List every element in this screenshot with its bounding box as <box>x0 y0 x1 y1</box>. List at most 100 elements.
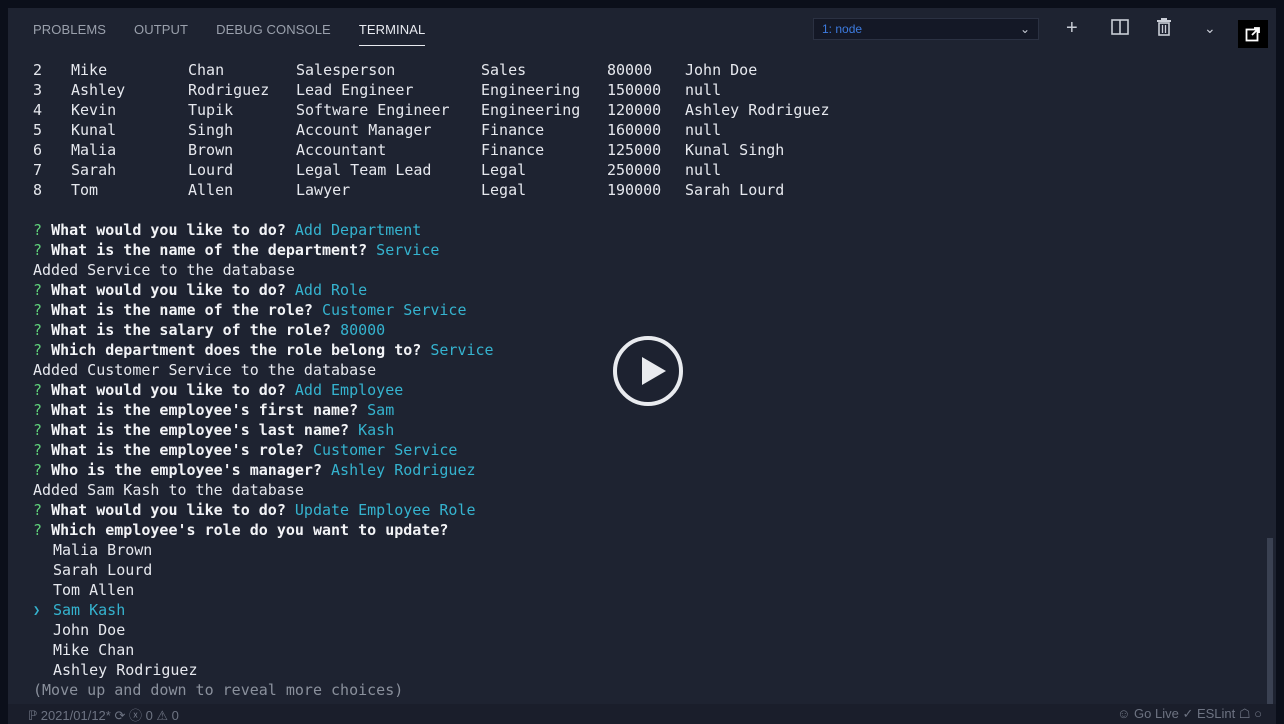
prompt-question: What would you like to do? <box>51 281 286 299</box>
prompt-line: ? What is the name of the department? Se… <box>33 240 1276 260</box>
choice-label: Ashley Rodriguez <box>53 661 198 679</box>
question-mark-icon: ? <box>33 341 52 359</box>
choice-item[interactable]: John Doe <box>33 620 1276 640</box>
choice-label: John Doe <box>53 621 126 639</box>
choice-label: Sarah Lourd <box>53 561 153 579</box>
question-mark-icon: ? <box>33 281 52 299</box>
table-cell-salary: 150000 <box>607 81 662 99</box>
terminal-scrollbar[interactable] <box>1267 538 1273 704</box>
table-cell-first: Malia <box>71 141 117 159</box>
choice-indent <box>33 660 53 680</box>
table-cell-title: Salesperson <box>296 61 396 79</box>
question-mark-icon: ? <box>33 381 52 399</box>
question-mark-icon: ? <box>33 221 52 239</box>
prompt-question: What is the salary of the role? <box>51 321 332 339</box>
status-left[interactable]: ℙ 2021/01/12* ⟳ ⓧ 0 ⚠ 0 <box>28 705 179 724</box>
table-cell-title: Lead Engineer <box>296 81 414 99</box>
table-cell-dept: Finance <box>481 121 545 139</box>
table-row: 6 Malia Brown Accountant Finance 125000 Kunal … <box>33 140 1276 160</box>
choice-indent <box>33 580 53 600</box>
table-row: 8 Tom Allen Lawyer Legal 190000 Sarah Lourd <box>33 180 1276 200</box>
table-cell-salary: 80000 <box>607 61 653 79</box>
prompt-line: ? What would you like to do? Add Role <box>33 280 1276 300</box>
table-row: 5 Kunal Singh Account Manager Finance 160000 n… <box>33 120 1276 140</box>
prompt-question: What is the employee's last name? <box>51 421 350 439</box>
prompt-question: What is the employee's role? <box>51 441 304 459</box>
prompt-answer: Add Employee <box>294 381 404 399</box>
table-cell-dept: Sales <box>481 61 527 79</box>
table-cell-salary: 190000 <box>607 181 662 199</box>
choice-label: Malia Brown <box>53 541 153 559</box>
prompt-answer: Sam <box>367 401 395 419</box>
table-cell-salary: 160000 <box>607 121 662 139</box>
table-cell-first: Ashley <box>71 81 126 99</box>
table-cell-salary: 125000 <box>607 141 662 159</box>
table-cell-manager: John Doe <box>685 61 758 79</box>
choice-item[interactable]: ❯ Sam Kash <box>33 600 1276 620</box>
table-cell-manager: null <box>685 161 722 179</box>
prompt-question: What would you like to do? <box>51 501 286 519</box>
table-cell-manager: Sarah Lourd <box>685 181 785 199</box>
table-cell-last: Brown <box>188 141 234 159</box>
split-icon[interactable] <box>1111 18 1129 42</box>
table-row: 4 Kevin Tupik Software Engineer Engineering 1… <box>33 100 1276 120</box>
table-cell-last: Chan <box>188 61 225 79</box>
choice-item[interactable]: Sarah Lourd <box>33 560 1276 580</box>
prompt-line: ? Who is the employee's manager? Ashley … <box>33 460 1276 480</box>
status-right[interactable]: ☺ Go Live ✓ ESLint ☖ ○ <box>1117 706 1262 722</box>
play-icon[interactable] <box>613 336 683 406</box>
choice-item[interactable]: Mike Chan <box>33 640 1276 660</box>
choice-item[interactable]: Tom Allen <box>33 580 1276 600</box>
output-text: Added Sam Kash to the database <box>33 481 304 499</box>
question-mark-icon: ? <box>33 461 52 479</box>
table-cell-first: Mike <box>71 61 108 79</box>
prompt-line: ? What would you like to do? Update Empl… <box>33 500 1276 520</box>
output-line: Added Service to the database <box>33 260 1276 280</box>
prompt-answer: Service <box>430 341 494 359</box>
trash-icon[interactable] <box>1156 18 1172 42</box>
prompt-answer: Ashley Rodriguez <box>331 461 476 479</box>
output-line: Added Sam Kash to the database <box>33 480 1276 500</box>
prompt-question: What would you like to do? <box>51 381 286 399</box>
panel-tabs: PROBLEMS OUTPUT DEBUG CONSOLE TERMINAL <box>33 8 453 50</box>
plus-icon[interactable]: + <box>1066 16 1078 40</box>
table-cell-dept: Engineering <box>481 81 581 99</box>
terminal-select-value: 1: node <box>822 22 863 36</box>
choice-indent <box>33 640 53 660</box>
tab-debug-console[interactable]: DEBUG CONSOLE <box>216 8 331 50</box>
tab-problems[interactable]: PROBLEMS <box>33 8 106 50</box>
tab-terminal[interactable]: TERMINAL <box>358 8 426 50</box>
choice-label: Mike Chan <box>53 641 135 659</box>
prompt-line: ? What is the employee's last name? Kash <box>33 420 1276 440</box>
choice-indent <box>33 540 53 560</box>
table-cell-manager: null <box>685 81 722 99</box>
table-cell-id: 2 <box>33 61 43 79</box>
popout-icon[interactable] <box>1238 20 1268 48</box>
prompt-line: ? What would you like to do? Add Departm… <box>33 220 1276 240</box>
table-row: 2 Mike Chan Salesperson Sales 80000 John Doe <box>33 60 1276 80</box>
tab-output[interactable]: OUTPUT <box>134 8 188 50</box>
table-cell-manager: Kunal Singh <box>685 141 785 159</box>
choice-item[interactable]: Malia Brown <box>33 540 1276 560</box>
table-cell-dept: Legal <box>481 181 527 199</box>
table-cell-title: Software Engineer <box>296 101 450 119</box>
table-cell-title: Legal Team Lead <box>296 161 432 179</box>
choice-indent <box>33 620 53 640</box>
status-bar: ℙ 2021/01/12* ⟳ ⓧ 0 ⚠ 0 ☺ Go Live ✓ ESLi… <box>8 704 1276 724</box>
choice-item[interactable]: Ashley Rodriguez <box>33 660 1276 680</box>
panel-header: PROBLEMS OUTPUT DEBUG CONSOLE TERMINAL 1… <box>8 8 1276 50</box>
question-mark-icon: ? <box>33 441 52 459</box>
prompt-line: ? Which employee's role do you want to u… <box>33 520 1276 540</box>
chevron-down-icon[interactable]: ⌄ <box>1204 16 1216 40</box>
terminal-select[interactable]: 1: node ⌄ <box>813 18 1039 40</box>
